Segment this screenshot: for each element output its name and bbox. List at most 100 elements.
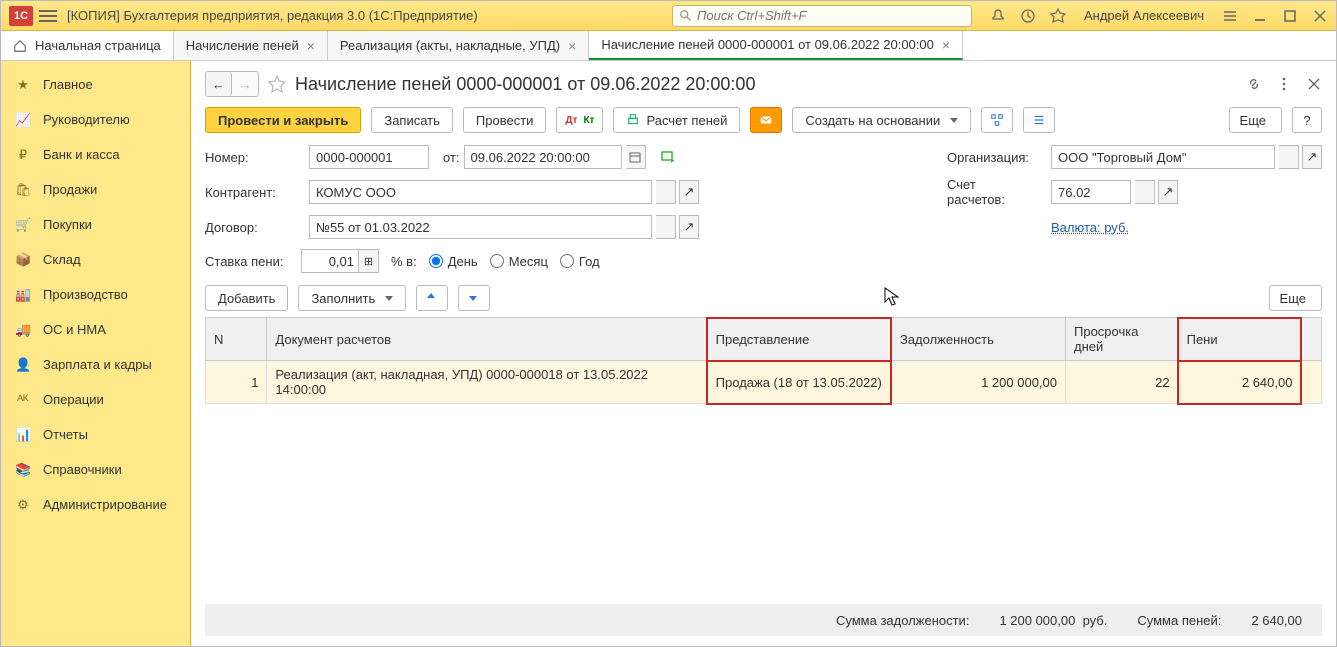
radio-year-input[interactable] — [560, 254, 574, 268]
post-button[interactable]: Провести — [463, 107, 547, 133]
fill-button[interactable]: Заполнить — [298, 285, 406, 311]
agr-open[interactable]: ↗ — [679, 215, 699, 239]
sidebar-label: Склад — [43, 252, 81, 267]
cell-fine[interactable]: 2 640,00 — [1178, 361, 1301, 404]
cell-days[interactable]: 22 — [1066, 361, 1179, 404]
more-button[interactable]: Еще — [1229, 107, 1282, 133]
acct-dropdown[interactable] — [1135, 180, 1155, 204]
sidebar-item-3[interactable]: 🛍Продажи — [1, 172, 190, 207]
acct-input[interactable] — [1051, 180, 1131, 204]
sidebar-item-1[interactable]: 📈Руководителю — [1, 102, 190, 137]
tab-1[interactable]: Начисление пеней× — [174, 31, 328, 60]
bell-icon[interactable] — [990, 8, 1006, 24]
save-button[interactable]: Записать — [371, 107, 453, 133]
radio-day[interactable]: День — [429, 254, 478, 269]
favorite-icon[interactable] — [267, 74, 287, 94]
radio-month-input[interactable] — [490, 254, 504, 268]
calendar-button[interactable] — [626, 145, 646, 169]
contr-dropdown[interactable] — [656, 180, 676, 204]
star-icon[interactable] — [1050, 8, 1066, 24]
more-icon[interactable] — [1276, 76, 1292, 92]
sidebar-item-10[interactable]: 📊Отчеты — [1, 417, 190, 452]
list-button[interactable] — [1023, 107, 1055, 133]
radio-month[interactable]: Месяц — [490, 254, 548, 269]
rate-suffix[interactable]: ⊞ — [359, 249, 379, 273]
home-tab[interactable]: Начальная страница — [1, 31, 174, 60]
col-rep[interactable]: Представление — [707, 318, 891, 361]
sidebar-item-2[interactable]: ₽Банк и касса — [1, 137, 190, 172]
search-input[interactable] — [697, 8, 965, 23]
button-label: Записать — [384, 113, 440, 128]
history-icon[interactable] — [1020, 8, 1036, 24]
radio-day-input[interactable] — [429, 254, 443, 268]
cell-doc[interactable]: Реализация (акт, накладная, УПД) 0000-00… — [267, 361, 707, 404]
table-row[interactable]: 1 Реализация (акт, накладная, УПД) 0000-… — [206, 361, 1322, 404]
print-small-icon[interactable] — [660, 149, 676, 165]
sidebar-item-8[interactable]: 👤Зарплата и кадры — [1, 347, 190, 382]
sidebar-icon: 🏭 — [15, 287, 31, 303]
sidebar-item-7[interactable]: 🚚ОС и НМА — [1, 312, 190, 347]
close-icon[interactable] — [1312, 8, 1328, 24]
tab-close-icon[interactable]: × — [307, 38, 315, 54]
user-name[interactable]: Андрей Алексеевич — [1084, 8, 1204, 23]
sidebar-item-4[interactable]: 🛒Покупки — [1, 207, 190, 242]
sidebar-item-12[interactable]: ⚙Администрирование — [1, 487, 190, 522]
col-doc[interactable]: Документ расчетов — [267, 318, 707, 361]
col-debt[interactable]: Задолженность — [891, 318, 1065, 361]
contr-label: Контрагент: — [205, 185, 295, 200]
cell-debt[interactable]: 1 200 000,00 — [891, 361, 1065, 404]
settings-icon[interactable] — [1222, 8, 1238, 24]
tab-2[interactable]: Реализация (акты, накладные, УПД)× — [328, 31, 589, 60]
link-icon[interactable] — [1246, 76, 1262, 92]
radio-year[interactable]: Год — [560, 254, 600, 269]
dt-kt-button[interactable]: ДтКт — [556, 107, 603, 133]
sidebar-icon: 📊 — [15, 427, 31, 443]
acct-open[interactable]: ↗ — [1158, 180, 1178, 204]
create-based-on-button[interactable]: Создать на основании — [792, 107, 971, 133]
nav-back-button[interactable]: ← — [206, 72, 232, 96]
sidebar-icon: 📦 — [15, 252, 31, 268]
button-label: Создать на основании — [805, 113, 940, 128]
col-days[interactable]: Просрочка дней — [1066, 318, 1179, 361]
menu-icon[interactable] — [39, 7, 57, 25]
currency-link[interactable]: Валюта: руб. — [1051, 220, 1129, 235]
rate-input[interactable] — [301, 249, 359, 273]
calc-fines-button[interactable]: Расчет пеней — [613, 107, 740, 133]
tab-close-icon[interactable]: × — [568, 38, 576, 54]
contr-input[interactable] — [309, 180, 652, 204]
org-open[interactable]: ↗ — [1302, 145, 1322, 169]
sidebar-item-5[interactable]: 📦 Склад — [1, 242, 190, 277]
cell-n[interactable]: 1 — [206, 361, 267, 404]
org-dropdown[interactable] — [1279, 145, 1299, 169]
agr-dropdown[interactable] — [656, 215, 676, 239]
date-input[interactable] — [464, 145, 622, 169]
mail-button[interactable] — [750, 107, 782, 133]
sidebar-item-11[interactable]: 📚Справочники — [1, 452, 190, 487]
col-n[interactable]: N — [206, 318, 267, 361]
maximize-icon[interactable] — [1282, 8, 1298, 24]
org-input[interactable] — [1051, 145, 1275, 169]
minimize-icon[interactable] — [1252, 8, 1268, 24]
sidebar-item-0[interactable]: ★Главное — [1, 67, 190, 102]
structure-button[interactable] — [981, 107, 1013, 133]
sidebar-item-9[interactable]: ᴬᴷОперации — [1, 382, 190, 417]
add-button[interactable]: Добавить — [205, 285, 288, 311]
col-fine[interactable]: Пени — [1178, 318, 1301, 361]
tab-3[interactable]: Начисление пеней 0000-000001 от 09.06.20… — [589, 31, 963, 60]
cell-rep[interactable]: Продажа (18 от 13.05.2022) — [707, 361, 891, 404]
button-label: Добавить — [218, 291, 275, 306]
help-button[interactable]: ? — [1292, 107, 1322, 133]
table-more-button[interactable]: Еще — [1269, 285, 1322, 311]
contr-open[interactable]: ↗ — [679, 180, 699, 204]
agr-input[interactable] — [309, 215, 652, 239]
sidebar-item-6[interactable]: 🏭Производство — [1, 277, 190, 312]
close-panel-icon[interactable] — [1306, 76, 1322, 92]
number-input[interactable] — [309, 145, 429, 169]
sidebar-icon: 📈 — [15, 112, 31, 128]
move-up-button[interactable] — [416, 285, 448, 311]
search-box[interactable] — [672, 5, 972, 27]
tab-close-icon[interactable]: × — [942, 37, 950, 53]
button-label: Еще — [1240, 113, 1266, 128]
post-and-close-button[interactable]: Провести и закрыть — [205, 107, 361, 133]
move-down-button[interactable] — [458, 285, 490, 311]
